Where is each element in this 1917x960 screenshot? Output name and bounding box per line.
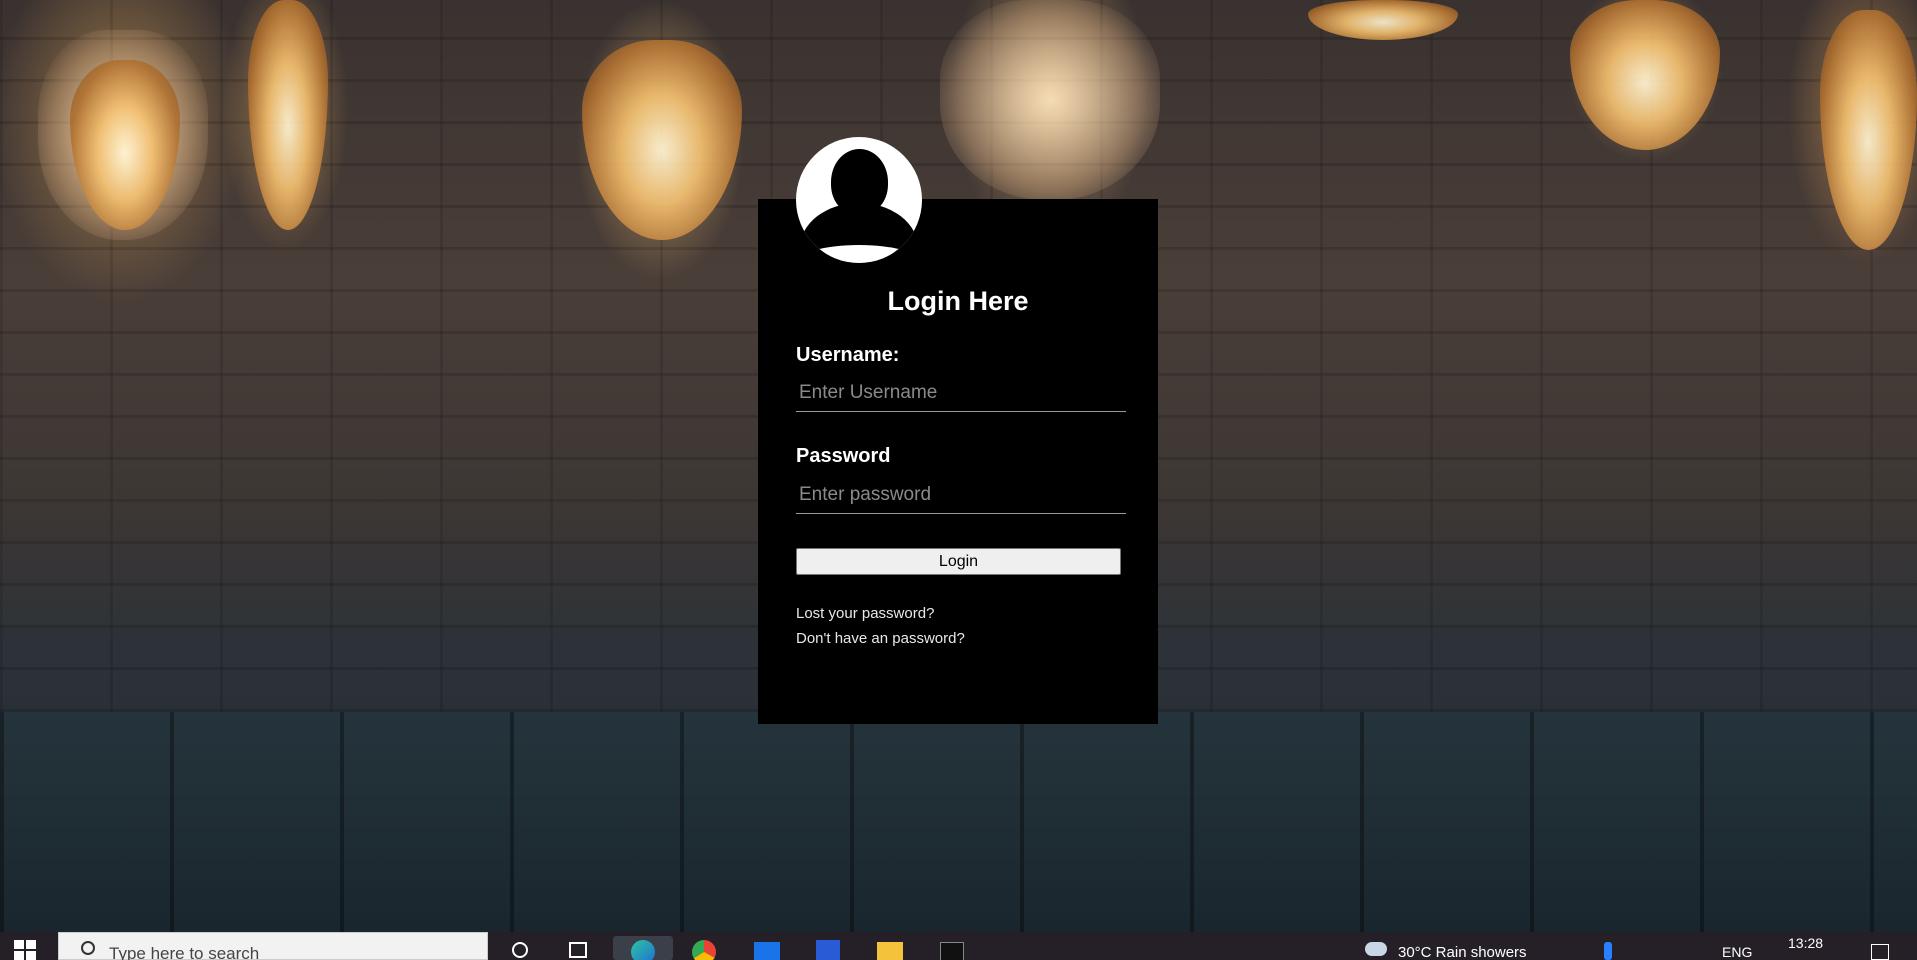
volume-icon[interactable] — [1625, 936, 1647, 960]
lost-password-link[interactable]: Lost your password? — [796, 605, 934, 622]
terminal-icon[interactable] — [936, 936, 968, 960]
windows-start-icon[interactable] — [14, 940, 36, 960]
lower-scene — [0, 712, 1917, 932]
notifications-icon[interactable] — [1868, 936, 1892, 960]
username-label: Username: — [796, 344, 900, 366]
password-label: Password — [796, 445, 891, 467]
chevron-up-icon[interactable] — [1566, 936, 1586, 960]
username-input[interactable] — [796, 374, 1126, 412]
bluetooth-icon[interactable] — [1600, 936, 1616, 960]
wifi-icon[interactable] — [1660, 936, 1682, 960]
task-view-icon[interactable] — [562, 936, 594, 960]
no-password-link[interactable]: Don't have an password? — [796, 630, 965, 647]
file-explorer-icon[interactable] — [874, 936, 906, 960]
user-avatar-icon — [796, 137, 922, 263]
search-placeholder: Type here to search — [109, 944, 260, 960]
clock[interactable]: 13:28 — [1788, 935, 1823, 951]
light-bulb — [940, 0, 1160, 200]
taskbar: Type here to search 30°C Rain showers EN… — [0, 932, 1917, 960]
mail-icon[interactable] — [751, 936, 783, 960]
taskbar-search[interactable]: Type here to search — [58, 932, 488, 960]
battery-icon[interactable] — [1690, 936, 1714, 960]
app-icon[interactable] — [812, 936, 844, 960]
chrome-icon[interactable] — [688, 936, 720, 960]
password-input[interactable] — [796, 476, 1126, 514]
login-title: Login Here — [887, 286, 1029, 316]
search-icon — [81, 941, 95, 955]
edge-icon[interactable] — [613, 936, 673, 960]
language-indicator[interactable]: ENG — [1722, 944, 1752, 960]
cortana-icon[interactable] — [504, 936, 536, 960]
weather-text[interactable]: 30°C Rain showers — [1398, 944, 1527, 960]
weather-icon — [1360, 936, 1392, 960]
login-button[interactable]: Login — [796, 548, 1121, 575]
